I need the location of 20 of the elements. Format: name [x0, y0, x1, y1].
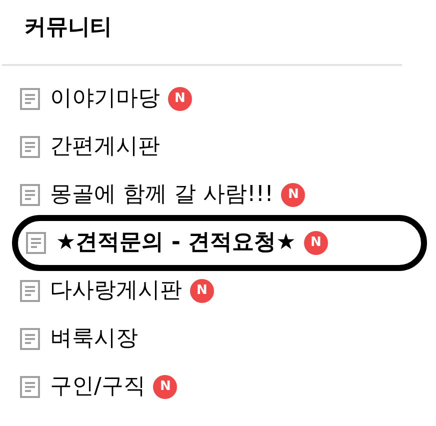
document-icon [20, 136, 40, 158]
board-link[interactable]: 이야기마당 [20, 85, 160, 113]
document-icon [20, 328, 40, 350]
document-icon [20, 184, 40, 206]
board-link[interactable]: 몽골에 함께 갈 사람!!! [20, 181, 274, 209]
new-badge: N [153, 375, 178, 399]
new-badge: N [190, 279, 214, 303]
section-title: 커뮤니티 [24, 14, 113, 42]
board-link[interactable]: ★견적문의 - 견적요청★ [26, 229, 296, 257]
new-badge: N [281, 183, 306, 207]
document-icon [20, 280, 40, 302]
board-link[interactable]: 간편게시판 [20, 133, 160, 161]
board-link[interactable]: 벼룩시장 [20, 325, 138, 353]
document-icon [26, 232, 46, 254]
document-icon [20, 376, 40, 398]
new-badge: N [304, 231, 328, 255]
new-badge: N [168, 87, 192, 111]
board-link[interactable]: 구인/구직 [20, 373, 146, 401]
board-link[interactable]: 다사랑게시판 [20, 277, 182, 305]
document-icon [20, 88, 40, 110]
